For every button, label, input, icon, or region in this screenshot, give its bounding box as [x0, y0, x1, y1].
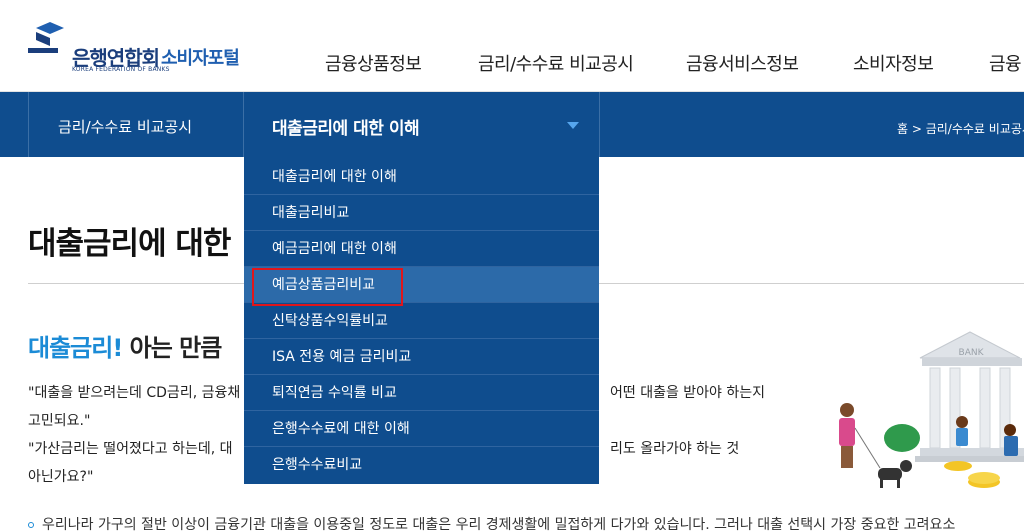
highlight-annotation-box: [252, 268, 403, 306]
page-title: 대출금리에 대한: [28, 226, 231, 262]
gnb-item-finance[interactable]: 금융: [989, 50, 1022, 76]
bullet-icon: [28, 522, 34, 528]
logo-mark-icon: [28, 22, 64, 53]
subnav-divider: [599, 92, 600, 157]
quote-1-line2: 고민되요.": [28, 413, 91, 429]
section-title: 대출금리! 아는 만큼: [28, 328, 223, 363]
section-title-highlight: 대출금리!: [28, 334, 123, 362]
dropdown-item-isa-deposit-compare[interactable]: ISA 전용 예금 금리비교: [244, 339, 599, 375]
breadcrumb: 홈 > 금리/수수료 비교공시: [897, 122, 1024, 136]
subnav-dropdown-menu: 대출금리에 대한 이해 대출금리비교 예금금리에 대한 이해 예금상품금리비교 …: [244, 157, 599, 484]
dropdown-item-bank-fee-guide[interactable]: 은행수수료에 대한 이해: [244, 411, 599, 447]
intro-bullet: 우리나라 가구의 절반 이상이 금융기관 대출을 이용중일 정도로 대출은 우리…: [28, 514, 955, 532]
gnb-item-services[interactable]: 금융서비스정보: [686, 50, 799, 76]
quote-2-line2: 아닌가요?": [28, 469, 94, 485]
dropdown-item-deposit-rate-guide[interactable]: 예금금리에 대한 이해: [244, 231, 599, 267]
subnav-divider: [28, 92, 29, 157]
gnb-item-products[interactable]: 금융상품정보: [325, 50, 422, 76]
quote-1-continuation: 어떤 대출을 받아야 하는지: [610, 385, 766, 401]
quote-2-continuation: 리도 올라가야 하는 것: [610, 441, 740, 457]
site-header: 은행연합회 소비자포털 KOREA FEDERATION OF BANKS 금융…: [0, 0, 1024, 92]
dropdown-caret-icon[interactable]: [567, 122, 579, 129]
subnav-current-page-selector[interactable]: 대출금리에 대한 이해: [272, 114, 420, 139]
gnb-item-consumer[interactable]: 소비자정보: [853, 50, 934, 76]
dropdown-item-loan-rate-compare[interactable]: 대출금리비교: [244, 195, 599, 231]
bank-sign-text: BANK: [959, 348, 985, 358]
dropdown-item-loan-rate-guide[interactable]: 대출금리에 대한 이해: [244, 159, 599, 195]
dropdown-item-trust-yield-compare[interactable]: 신탁상품수익률비교: [244, 303, 599, 339]
subnav-divider: [243, 92, 244, 157]
intro-bullet-text: 우리나라 가구의 절반 이상이 금융기관 대출을 이용중일 정도로 대출은 우리…: [42, 517, 956, 532]
site-logo[interactable]: 은행연합회 소비자포털 KOREA FEDERATION OF BANKS: [28, 20, 268, 78]
bank-illustration: BANK: [820, 328, 1024, 498]
dropdown-item-bank-fee-compare[interactable]: 은행수수료비교: [244, 447, 599, 483]
quote-1-text: "대출을 받으려는데 CD금리, 금융채: [28, 385, 241, 401]
dropdown-item-pension-yield-compare[interactable]: 퇴직연금 수익률 비교: [244, 375, 599, 411]
logo-subtitle: 소비자포털: [161, 48, 240, 69]
quote-2-text: "가산금리는 떨어졌다고 하는데, 대: [28, 441, 233, 457]
section-title-text: 아는 만큼: [122, 334, 223, 362]
gnb-item-rates[interactable]: 금리/수수료 비교공시: [478, 50, 634, 76]
sub-navigation-bar: 금리/수수료 비교공시 대출금리에 대한 이해 홈 > 금리/수수료 비교공시: [0, 92, 1024, 157]
subnav-section-link[interactable]: 금리/수수료 비교공시: [58, 116, 192, 137]
logo-english-text: KOREA FEDERATION OF BANKS: [72, 66, 170, 73]
